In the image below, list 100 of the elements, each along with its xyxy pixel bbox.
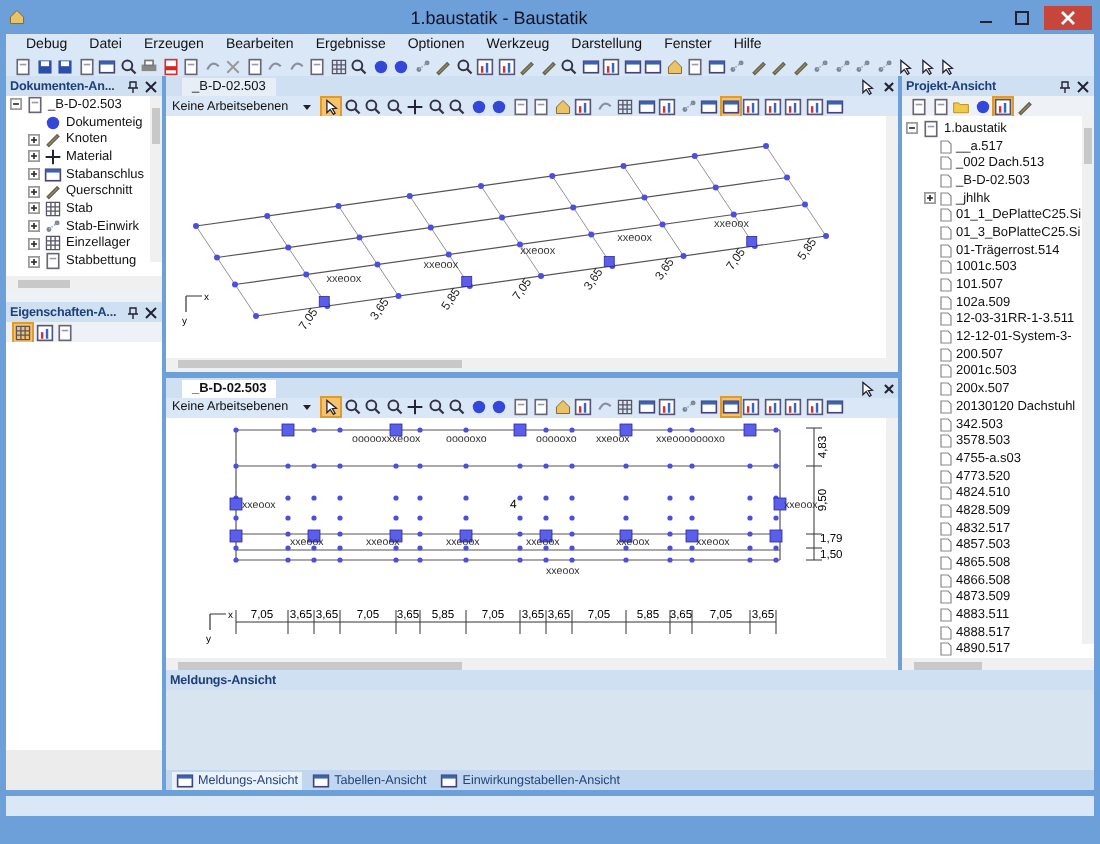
chart-icon[interactable] — [994, 97, 1012, 115]
document-icon[interactable] — [511, 398, 530, 417]
window-icon[interactable] — [721, 97, 740, 115]
expand-icon[interactable] — [28, 202, 40, 215]
chart-icon[interactable] — [742, 398, 761, 417]
chart-icon[interactable] — [574, 398, 593, 417]
window-icon[interactable] — [637, 398, 656, 417]
chart-icon[interactable] — [763, 398, 782, 417]
grid-icon[interactable] — [329, 57, 347, 75]
node-icon[interactable] — [875, 57, 893, 75]
pin-icon[interactable] — [1058, 79, 1072, 93]
magnifier-icon[interactable] — [448, 97, 467, 115]
caret-icon[interactable] — [301, 402, 312, 413]
expand-icon[interactable] — [924, 192, 936, 205]
chart-icon[interactable] — [658, 398, 677, 417]
expand-icon[interactable] — [28, 237, 40, 250]
close-icon[interactable] — [880, 78, 898, 96]
sphere-icon[interactable] — [973, 97, 991, 115]
window-icon[interactable] — [98, 57, 116, 75]
magnifier-icon[interactable] — [343, 398, 362, 417]
expand-icon[interactable] — [28, 220, 40, 233]
close-icon[interactable] — [144, 305, 158, 319]
scrollbar[interactable] — [886, 116, 898, 358]
chart-icon[interactable] — [476, 57, 494, 75]
window-icon[interactable] — [721, 398, 740, 417]
close-icon[interactable] — [1076, 79, 1090, 93]
node-icon[interactable] — [728, 57, 746, 75]
document-icon[interactable] — [245, 57, 263, 75]
magnifier-icon[interactable] — [455, 57, 473, 75]
magnifier-icon[interactable] — [364, 398, 383, 417]
document-icon[interactable] — [77, 57, 95, 75]
chart-icon[interactable] — [35, 323, 53, 341]
scrollbar[interactable] — [150, 96, 162, 262]
document-icon[interactable] — [308, 57, 326, 75]
window-icon[interactable] — [707, 57, 725, 75]
chart-icon[interactable] — [497, 57, 515, 75]
chart-icon[interactable] — [658, 97, 677, 115]
chart-icon[interactable] — [784, 97, 803, 115]
node-icon[interactable] — [679, 97, 698, 115]
document-icon[interactable] — [686, 57, 704, 75]
printer-icon[interactable] — [140, 57, 158, 75]
document-icon[interactable] — [511, 97, 530, 115]
magnifier-icon[interactable] — [350, 57, 368, 75]
expand-icon[interactable] — [28, 255, 40, 268]
magnifier-icon[interactable] — [119, 57, 137, 75]
magnifier-icon[interactable] — [343, 97, 362, 115]
grid-icon[interactable] — [14, 323, 32, 341]
caret-icon[interactable] — [301, 101, 312, 111]
expand-icon[interactable] — [28, 185, 40, 198]
chart-icon[interactable] — [763, 97, 782, 115]
document-icon[interactable] — [182, 57, 200, 75]
window-icon[interactable] — [581, 57, 599, 75]
document-icon[interactable] — [532, 398, 551, 417]
cursor-icon[interactable] — [322, 97, 341, 115]
window-icon[interactable] — [644, 57, 662, 75]
node-icon[interactable] — [413, 57, 431, 75]
chart-icon[interactable] — [784, 398, 803, 417]
document-icon[interactable] — [14, 57, 32, 75]
pin-icon[interactable] — [126, 79, 140, 93]
chart-icon[interactable] — [602, 57, 620, 75]
expand-icon[interactable] — [28, 150, 40, 163]
window-icon[interactable] — [826, 398, 845, 417]
move-icon[interactable] — [406, 97, 425, 115]
collapse-icon[interactable] — [10, 98, 22, 111]
chart-icon[interactable] — [805, 398, 824, 417]
magnifier-icon[interactable] — [364, 97, 383, 115]
magnifier-icon[interactable] — [427, 398, 446, 417]
collapse-icon[interactable] — [906, 122, 918, 135]
close-icon[interactable] — [144, 79, 158, 93]
pin-icon[interactable] — [126, 305, 140, 319]
move-icon[interactable] — [406, 398, 425, 417]
pdf-icon[interactable] — [161, 57, 179, 75]
chart-icon[interactable] — [574, 97, 593, 115]
window-icon[interactable] — [637, 97, 656, 115]
node-icon[interactable] — [854, 57, 872, 75]
window-icon[interactable] — [700, 97, 719, 115]
chart-icon[interactable] — [805, 97, 824, 115]
node-icon[interactable] — [679, 398, 698, 417]
node-icon[interactable] — [812, 57, 830, 75]
grid-icon[interactable] — [616, 97, 635, 115]
scrollbar[interactable] — [1082, 116, 1094, 645]
cursor-icon[interactable] — [858, 78, 876, 96]
expand-icon[interactable] — [28, 168, 40, 181]
document-icon[interactable] — [910, 97, 928, 115]
cursor-icon[interactable] — [322, 398, 341, 417]
chart-icon[interactable] — [742, 97, 761, 115]
close-icon[interactable] — [880, 379, 898, 398]
document-icon[interactable] — [931, 97, 949, 115]
window-icon[interactable] — [623, 57, 641, 75]
scrollbar[interactable] — [886, 417, 898, 659]
magnifier-icon[interactable] — [427, 97, 446, 115]
magnifier-icon[interactable] — [385, 398, 404, 417]
magnifier-icon[interactable] — [560, 57, 578, 75]
window-icon[interactable] — [826, 97, 845, 115]
magnifier-icon[interactable] — [448, 398, 467, 417]
grid-icon[interactable] — [616, 398, 635, 417]
expand-icon[interactable] — [28, 133, 40, 146]
magnifier-icon[interactable] — [385, 97, 404, 115]
document-icon[interactable] — [56, 323, 74, 341]
document-icon[interactable] — [532, 97, 551, 115]
